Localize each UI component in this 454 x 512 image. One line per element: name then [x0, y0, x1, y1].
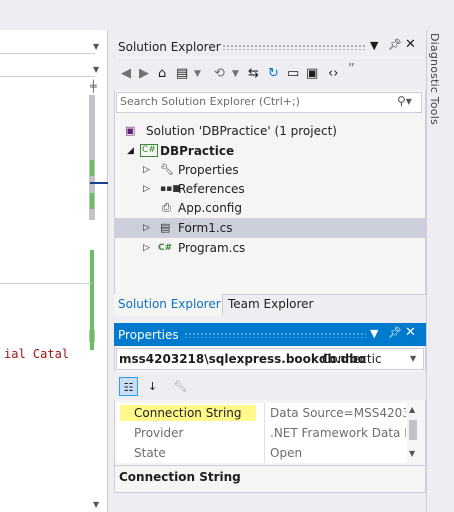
collapsed-arrow-icon[interactable]: ▷: [143, 179, 150, 199]
property-name[interactable]: Provider: [134, 423, 183, 443]
divider: [0, 283, 92, 284]
scroll-down-icon[interactable]: ▼: [409, 449, 415, 458]
divider: [114, 465, 426, 466]
diagnostic-tools-tab[interactable]: Diagnostic Tools: [428, 33, 441, 125]
csharp-file-icon: C#: [158, 243, 173, 253]
object-type: Connectic: [322, 352, 382, 366]
close-icon[interactable]: ✕: [405, 37, 416, 52]
config-icon: ⎙: [162, 201, 171, 214]
collapsed-arrow-icon[interactable]: ▷: [143, 218, 150, 238]
collapse-all-icon[interactable]: ▭: [287, 66, 299, 81]
tree-item-program[interactable]: ▷ C# Program.cs: [118, 238, 418, 258]
split-icon[interactable]: ╪: [90, 80, 97, 93]
tree-item-label: Properties: [178, 163, 239, 177]
dropdown-icon[interactable]: ▼: [370, 327, 378, 340]
tree-item-properties[interactable]: ▷ 🔧︎ Properties: [118, 160, 418, 180]
categorized-icon[interactable]: ☷: [119, 377, 138, 396]
forward-icon[interactable]: ▶: [139, 66, 149, 81]
tab-solution-explorer[interactable]: Solution Explorer: [114, 294, 223, 316]
caret-marker: [90, 182, 108, 184]
chevron-down-icon[interactable]: ▼: [93, 42, 99, 51]
editor-navigation-bar[interactable]: [0, 30, 95, 54]
property-value[interactable]: .NET Framework Data P: [270, 423, 406, 443]
pin-icon[interactable]: 📌︎: [388, 326, 402, 339]
change-marker: [90, 250, 94, 350]
scroll-up-icon[interactable]: ▲: [409, 405, 415, 414]
chevron-down-icon[interactable]: ▼: [232, 69, 239, 79]
wrench-icon: 🔧︎: [160, 163, 174, 176]
code-view-icon[interactable]: ‹›: [328, 66, 338, 81]
pending-changes-icon[interactable]: ⟲: [214, 66, 225, 81]
refresh-icon[interactable]: ↻: [268, 66, 279, 81]
code-line: ial Catal: [4, 347, 70, 361]
csharp-project-icon: C#: [140, 144, 158, 157]
home-icon[interactable]: ⌂: [158, 66, 166, 81]
property-value[interactable]: Open: [270, 443, 406, 463]
search-icon[interactable]: ⚲▾: [397, 94, 412, 108]
expanded-arrow-icon[interactable]: ◢: [127, 141, 134, 161]
form-icon: ▤: [160, 221, 171, 234]
alphabetical-icon[interactable]: ↓: [143, 377, 162, 396]
tree-item-label: App.config: [178, 201, 242, 215]
solution-explorer-title: Solution Explorer: [118, 40, 221, 54]
properties-title: Properties: [118, 328, 179, 342]
tab-team-explorer[interactable]: Team Explorer: [228, 294, 314, 316]
tree-item-label: Form1.cs: [178, 221, 233, 235]
back-icon[interactable]: ◀: [121, 66, 131, 81]
dropdown-icon[interactable]: ▼: [370, 39, 378, 52]
show-all-files-icon[interactable]: ▣: [306, 66, 318, 81]
switch-views-icon[interactable]: ▤: [176, 66, 188, 81]
property-pages-icon[interactable]: 🔧︎: [171, 377, 190, 396]
tree-item-solution[interactable]: ▣ Solution 'DBPractice' (1 project): [118, 121, 418, 141]
solution-icon: ▣: [125, 124, 136, 137]
search-placeholder: Search Solution Explorer (Ctrl+;): [120, 95, 300, 108]
tree-item-label: DBPractice: [160, 144, 235, 158]
collapsed-arrow-icon[interactable]: ▷: [143, 238, 150, 258]
tree-item-references[interactable]: ▷ ▪▪■ References: [118, 179, 418, 199]
tree-item-label: References: [178, 182, 245, 196]
tree-item-project[interactable]: ◢ C# DBPractice: [118, 141, 418, 161]
sync-icon[interactable]: ⇆: [248, 66, 259, 81]
property-value[interactable]: Data Source=MSS42032: [270, 403, 406, 423]
change-marker: [90, 193, 94, 209]
collapsed-arrow-icon[interactable]: ▷: [143, 160, 150, 180]
title-grip: [184, 332, 366, 338]
editor-navigation-bar-2[interactable]: [0, 55, 95, 77]
chevron-down-icon[interactable]: ▼: [93, 65, 99, 74]
tree-item-label: Program.cs: [178, 241, 246, 255]
description-title: Connection String: [119, 470, 241, 484]
chevron-down-icon[interactable]: ▼: [410, 354, 416, 363]
property-row-connection-string[interactable]: Connection String: [120, 403, 264, 423]
overflow-icon[interactable]: ”: [348, 62, 355, 77]
property-name[interactable]: State: [134, 443, 166, 463]
property-name: Connection String: [120, 405, 256, 421]
tree-item-form1[interactable]: ▷ ▤ Form1.cs: [115, 218, 425, 238]
tree-item-label: Solution 'DBPractice' (1 project): [146, 124, 337, 138]
change-marker: [90, 160, 94, 176]
pin-icon[interactable]: 📌︎: [388, 38, 402, 51]
scroll-down-icon[interactable]: ▼: [93, 500, 99, 509]
tree-item-appconfig[interactable]: ⎙ App.config: [118, 198, 418, 218]
grid-divider: [264, 403, 265, 463]
chevron-down-icon[interactable]: ▼: [194, 69, 201, 79]
scrollbar-thumb[interactable]: [409, 420, 417, 440]
title-grip: [222, 44, 366, 50]
close-icon[interactable]: ✕: [405, 325, 416, 340]
